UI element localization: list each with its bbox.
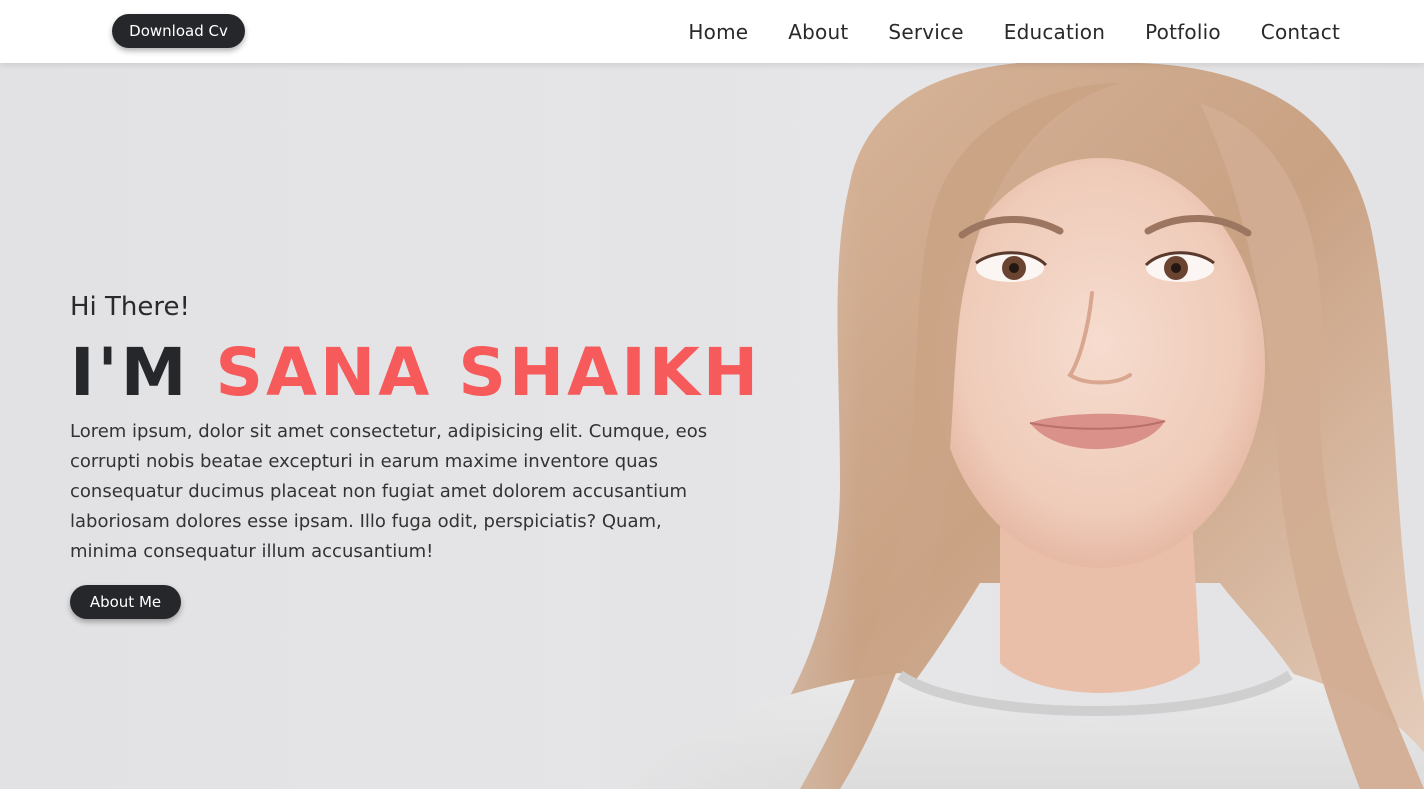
hero-section: Hi There! I'M SANA SHAIKH Lorem ipsum, d… <box>0 63 1424 789</box>
intro-paragraph: Lorem ipsum, dolor sit amet consectetur,… <box>70 421 708 562</box>
about-me-button[interactable]: About Me <box>70 585 181 619</box>
nav-link-service[interactable]: Service <box>888 20 963 44</box>
download-cv-button[interactable]: Download Cv <box>112 14 245 48</box>
nav-link-contact[interactable]: Contact <box>1261 20 1340 44</box>
top-navbar: Download Cv Home About Service Education… <box>0 0 1424 63</box>
hero-text-block: Hi There! I'M SANA SHAIKH Lorem ipsum, d… <box>70 289 790 619</box>
greeting-text: Hi There! <box>70 292 190 322</box>
headline-name: SANA SHAIKH <box>215 334 762 411</box>
nav-link-education[interactable]: Education <box>1004 20 1105 44</box>
hero-headline: I'M SANA SHAIKH <box>70 331 790 415</box>
headline-prefix: I'M <box>70 334 190 411</box>
main-nav: Home About Service Education Potfolio Co… <box>688 0 1340 63</box>
nav-link-about[interactable]: About <box>788 20 848 44</box>
nav-link-portfolio[interactable]: Potfolio <box>1145 20 1221 44</box>
nav-link-home[interactable]: Home <box>688 20 748 44</box>
